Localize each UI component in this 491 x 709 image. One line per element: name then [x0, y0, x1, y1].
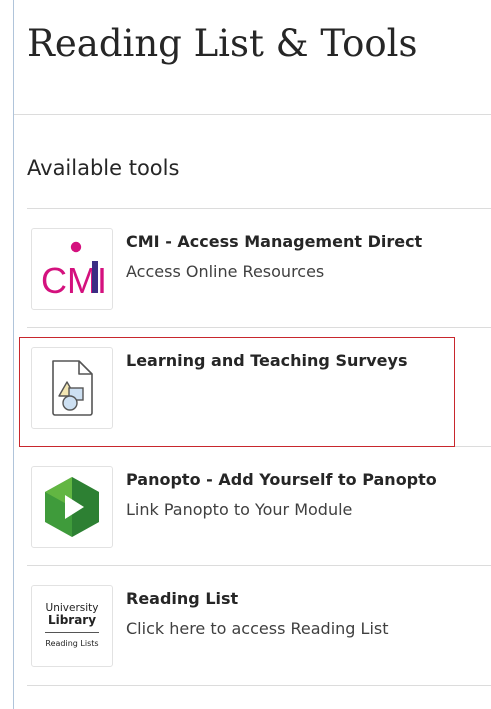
tool-name[interactable]: Learning and Teaching Surveys	[126, 351, 407, 370]
panopto-logo-icon	[31, 466, 113, 548]
logo-line-reading-lists: Reading Lists	[45, 639, 99, 648]
page-title: Reading List & Tools	[27, 22, 418, 65]
document-shapes-graphic	[52, 360, 93, 416]
title-divider	[14, 114, 491, 115]
tool-item-reading-list[interactable]: University Library Reading Lists Reading…	[27, 565, 491, 686]
tools-panel: Reading List & Tools Available tools CMI…	[13, 0, 491, 709]
section-heading: Available tools	[27, 156, 180, 180]
university-library-logo: University Library Reading Lists	[32, 586, 112, 666]
tool-item-panopto[interactable]: Panopto - Add Yourself to Panopto Link P…	[27, 446, 491, 565]
tool-item-learning-teaching-surveys[interactable]: Learning and Teaching Surveys	[27, 327, 491, 446]
university-library-logo-icon: University Library Reading Lists	[31, 585, 113, 667]
tool-name[interactable]: Panopto - Add Yourself to Panopto	[126, 470, 437, 489]
logo-line-library: Library	[47, 613, 97, 627]
panopto-logo-graphic	[45, 477, 99, 537]
logo-rule	[45, 632, 99, 633]
tool-list: CMI CMI - Access Management Direct Acces…	[27, 208, 491, 686]
tool-description: Access Online Resources	[126, 262, 325, 281]
document-shapes-icon	[31, 347, 113, 429]
tool-description: Link Panopto to Your Module	[126, 500, 353, 519]
tool-name[interactable]: CMI - Access Management Direct	[126, 232, 422, 251]
cmi-logo-icon: CMI	[31, 228, 113, 310]
tool-item-cmi[interactable]: CMI CMI - Access Management Direct Acces…	[27, 208, 491, 327]
cmi-logo-graphic: CMI	[41, 241, 105, 297]
tool-description: Click here to access Reading List	[126, 619, 389, 638]
tool-name[interactable]: Reading List	[126, 589, 238, 608]
